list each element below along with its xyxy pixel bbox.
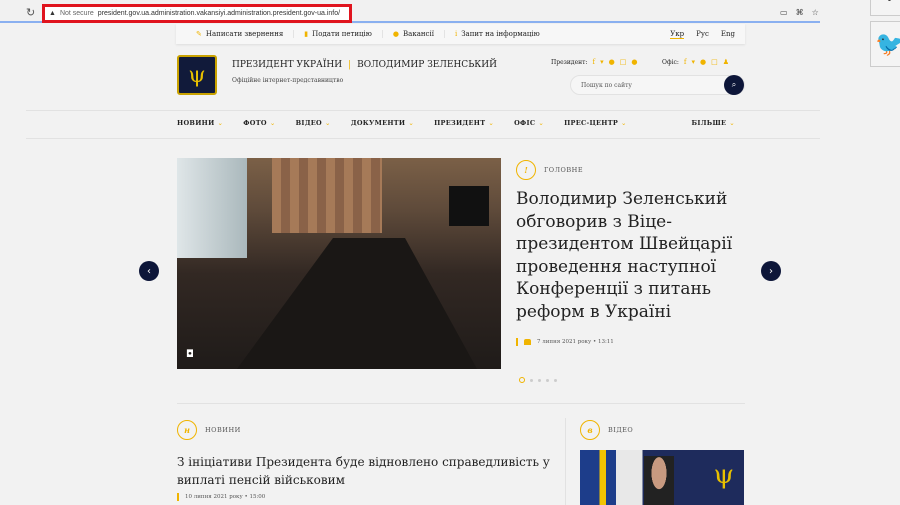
divider xyxy=(177,403,745,404)
nav-documents[interactable]: ДОКУМЕНТИ ⌄ xyxy=(351,119,414,127)
twitter-share-button[interactable]: 🐦 xyxy=(870,21,900,67)
util-write-appeal[interactable]: ✎ Написати звернення xyxy=(186,30,295,38)
column-divider xyxy=(565,418,566,505)
video-category: в ВІДЕО xyxy=(580,420,633,440)
browser-actions: ▭ ⌘ ☆ xyxy=(780,8,819,17)
reload-icon[interactable]: ↻ xyxy=(26,6,35,19)
facebook-icon[interactable]: f xyxy=(592,58,595,66)
video-icon: в xyxy=(580,420,600,440)
facebook-share-button[interactable]: f xyxy=(870,0,900,16)
carousel-dot[interactable] xyxy=(538,378,541,382)
url-text: president.gov.ua.administration.vakansiy… xyxy=(97,10,341,17)
nav-video[interactable]: ВІДЕО ⌄ xyxy=(296,119,331,127)
nav-photo[interactable]: ФОТО ⌄ xyxy=(243,119,275,127)
hero-date: 7 липня 2021 року • 13:11 xyxy=(537,339,614,345)
document-icon: ▮ xyxy=(304,30,309,38)
carousel-dot[interactable] xyxy=(519,377,525,383)
video-category-label[interactable]: ВІДЕО xyxy=(608,426,633,434)
news-date: 10 липня 2021 року • 15:00 xyxy=(185,494,266,500)
facebook-icon[interactable]: f xyxy=(684,58,687,66)
president-social: Президент: f ▾ ● □ ● xyxy=(551,58,637,66)
alert-icon: ! xyxy=(516,160,536,180)
briefcase-icon: ● xyxy=(392,30,399,38)
util-info-request[interactable]: i Запит на інформацію xyxy=(445,30,550,38)
carousel-dot[interactable] xyxy=(554,378,557,382)
video-thumbnail[interactable]: ψ xyxy=(580,450,744,505)
site-title-text: ПРЕЗИДЕНТ УКРАЇНИ xyxy=(232,60,343,70)
president-name: ВОЛОДИМИР ЗЕЛЕНСЬКИЙ xyxy=(357,60,497,70)
cast-icon[interactable]: ▭ xyxy=(780,8,788,17)
util-label: Запит на інформацію xyxy=(461,30,540,38)
util-petition[interactable]: ▮ Подати петицію xyxy=(294,30,383,38)
news-icon: н xyxy=(177,420,197,440)
office-social: Офіс: f ▾ ● □ ♟ xyxy=(662,58,729,66)
chevron-right-icon: › xyxy=(769,265,773,277)
search-input[interactable]: Пошук по сайту xyxy=(570,75,745,95)
warning-icon: ▲ xyxy=(49,10,56,17)
util-vacancies[interactable]: ● Вакансії xyxy=(383,30,445,38)
news-headline[interactable]: З ініціативи Президента буде відновлено … xyxy=(177,453,567,489)
camera-icon: ◘ xyxy=(186,349,194,360)
twitter-icon: 🐦 xyxy=(875,30,900,58)
util-label: Подати петицію xyxy=(312,30,372,38)
title-divider: | xyxy=(348,60,352,70)
youtube-icon[interactable]: ● xyxy=(609,58,615,66)
address-bar[interactable]: ▲ Not secure president.gov.ua.administra… xyxy=(42,4,352,23)
nav-office[interactable]: ОФІС ⌄ xyxy=(514,119,544,127)
trident-logo[interactable]: ψ xyxy=(177,55,217,95)
news-meta: 10 липня 2021 року • 15:00 xyxy=(177,493,265,501)
lang-eng[interactable]: Eng xyxy=(721,30,735,39)
president-social-label: Президент: xyxy=(551,58,588,66)
carousel-dot[interactable] xyxy=(546,378,549,382)
lang-rus[interactable]: Рус xyxy=(696,30,709,39)
language-switcher: Укр Рус Eng xyxy=(670,30,735,39)
util-label: Вакансії xyxy=(403,30,434,38)
nav-more[interactable]: БІЛЬШЕ ⌄ xyxy=(692,119,735,127)
telegram-icon[interactable]: ● xyxy=(631,58,637,66)
nav-president[interactable]: ПРЕЗИДЕНТ ⌄ xyxy=(434,119,494,127)
utility-bar: ✎ Написати звернення ▮ Подати петицію ● Вак… xyxy=(176,24,745,44)
facebook-icon: f xyxy=(886,0,894,7)
extension-icon[interactable]: ⌘ xyxy=(796,8,804,17)
carousel-dot[interactable] xyxy=(530,378,533,382)
carousel-dots xyxy=(519,377,557,383)
nav-press-center[interactable]: ПРЕС-ЦЕНТР ⌄ xyxy=(564,119,627,127)
chevron-left-icon: ‹ xyxy=(147,265,151,277)
carousel-next-button[interactable]: › xyxy=(761,261,781,281)
util-label: Написати звернення xyxy=(205,30,284,38)
divider xyxy=(26,110,820,111)
search-icon: ⌕ xyxy=(731,80,737,89)
hero-meta: 7 липня 2021 року • 13:11 xyxy=(516,338,614,346)
pencil-icon: ✎ xyxy=(196,30,202,38)
star-icon[interactable]: ☆ xyxy=(812,8,819,17)
office-social-label: Офіс: xyxy=(662,58,679,66)
hero-headline[interactable]: Володимир Зеленський обговорив з Віце-пр… xyxy=(516,188,746,323)
twitter-icon[interactable]: ▾ xyxy=(600,58,604,66)
site-subtitle: Офіційне інтернет-представництво xyxy=(232,77,344,84)
site-title: ПРЕЗИДЕНТ УКРАЇНИ | ВОЛОДИМИР ЗЕЛЕНСЬКИЙ xyxy=(232,60,497,70)
instagram-icon[interactable]: □ xyxy=(620,58,627,66)
hero-image[interactable]: ◘ xyxy=(177,158,501,369)
carousel-prev-button[interactable]: ‹ xyxy=(139,261,159,281)
news-category-label[interactable]: НОВИНИ xyxy=(205,426,241,434)
youtube-icon[interactable]: ● xyxy=(700,58,706,66)
hero-category-label: ГОЛОВНЕ xyxy=(544,166,584,174)
main-nav: НОВИНИ ⌄ ФОТО ⌄ ВІДЕО ⌄ ДОКУМЕНТИ ⌄ ПРЕЗИДЕН… xyxy=(177,119,745,127)
info-icon: i xyxy=(454,30,458,38)
instagram-icon[interactable]: □ xyxy=(711,58,718,66)
security-label: Not secure xyxy=(59,10,94,17)
hero-category: ! ГОЛОВНЕ xyxy=(516,160,583,180)
calendar-icon xyxy=(524,339,531,345)
search-button[interactable]: ⌕ xyxy=(724,75,744,95)
lang-ukr[interactable]: Укр xyxy=(670,30,685,39)
divider xyxy=(26,138,820,139)
nav-news[interactable]: НОВИНИ ⌄ xyxy=(177,119,223,127)
news-category: н НОВИНИ xyxy=(177,420,241,440)
tiktok-icon[interactable]: ♟ xyxy=(723,58,729,66)
twitter-icon[interactable]: ▾ xyxy=(692,58,696,66)
